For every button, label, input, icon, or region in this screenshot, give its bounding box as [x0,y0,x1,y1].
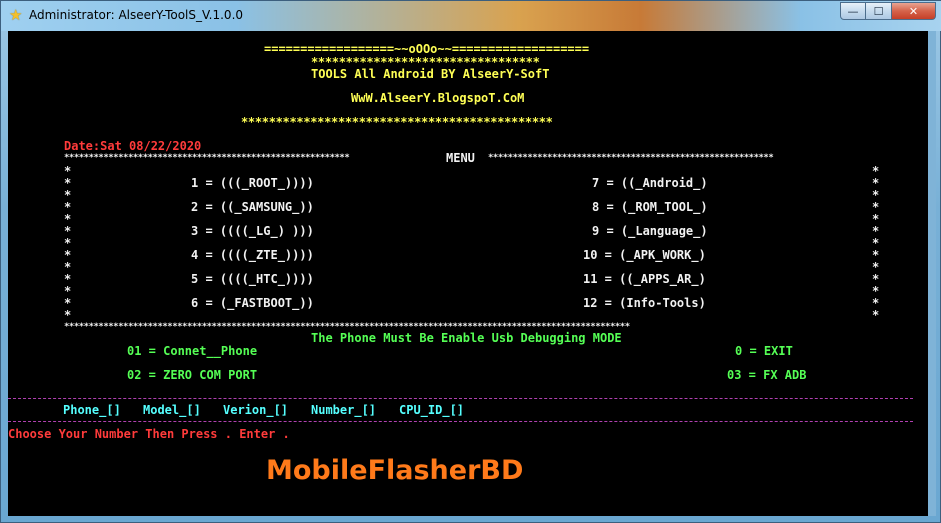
menu-box-left-border: * * * * * * * * * * * * * [64,164,72,322]
header-website: WwW.AlseerY.BlogspoT.CoM [351,91,525,105]
console-output[interactable]: ==================~~oOOo~~==============… [8,31,928,516]
field-model: Model_[] [143,403,201,417]
header-banner-line: ==================~~oOOo~~==============… [264,42,590,56]
scrollbar[interactable] [928,31,936,516]
field-number: Number_[] [311,403,377,417]
menu-item-apps-ar: 11 = ((_APPS_AR_) [583,272,706,286]
star-icon: ★ [9,6,23,24]
divider-bottom [8,421,913,422]
menu-item-zte: 4 = ((((_ZTE_)))) [191,248,314,262]
title-bar[interactable]: ★ Administrator: AlseerY-ToolS_V.1.0.0 —… [1,1,941,31]
field-cpu-id: CPU_ID_[] [399,403,465,417]
menu-item-android: 7 = ((_Android_) [592,176,708,190]
date-label: Date:Sat 08/22/2020 [64,139,202,153]
window-title: Administrator: AlseerY-ToolS_V.1.0.0 [29,8,244,22]
window-controls: — ☐ ✕ [840,2,936,20]
header-stars-line-2: ****************************************… [241,115,553,129]
divider-top [8,398,913,399]
menu-item-root: 1 = (((_ROOT_)))) [191,176,314,190]
menu-item-fastboot: 6 = (_FASTBOOT_)) [191,296,314,310]
maximize-button[interactable]: ☐ [866,2,892,20]
close-button[interactable]: ✕ [892,2,936,20]
menu-box-top-left: ****************************************… [64,153,350,163]
field-version: Verion_[] [223,403,289,417]
menu-item-language: 9 = (_Language_) [592,224,708,238]
option-zero-com-port: 02 = ZERO COM PORT [127,368,258,382]
header-tools-title: TOOLS All Android BY AlseerY-SofT [311,67,550,81]
menu-box-top-right: ****************************************… [488,153,774,163]
menu-item-apk-work: 10 = (_APK_WORK_) [583,248,706,262]
menu-box-right-border: * * * * * * * * * * * * * [872,164,880,322]
menu-title: MENU [446,151,475,165]
menu-item-rom-tool: 8 = (_ROM_TOOL_) [592,200,708,214]
input-prompt[interactable]: Choose Your Number Then Press . Enter . [8,427,290,441]
usb-debugging-notice: The Phone Must Be Enable Usb Debugging M… [311,331,622,345]
menu-item-lg: 3 = ((((_LG_) ))) [191,224,314,238]
watermark-logo: MobileFlasherBD [266,455,524,486]
menu-item-info-tools: 12 = (Info-Tools) [583,296,706,310]
option-exit: 0 = EXIT [735,344,793,358]
menu-item-samsung: 2 = ((_SAMSUNG_)) [191,200,314,214]
option-fix-adb: 03 = FX ADB [727,368,807,382]
console-window: ★ Administrator: AlseerY-ToolS_V.1.0.0 —… [0,0,941,523]
menu-item-htc: 5 = ((((_HTC_)))) [191,272,314,286]
field-phone: Phone_[] [63,403,121,417]
minimize-button[interactable]: — [840,2,866,20]
option-connect-phone: 01 = Connet__Phone [127,344,258,358]
